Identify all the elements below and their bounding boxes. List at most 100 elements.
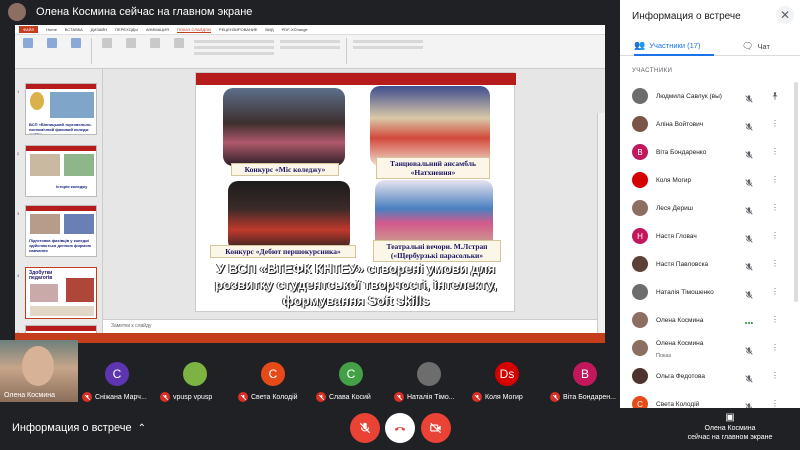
ppt-tab: ПЕРЕХОДЫ	[115, 27, 138, 32]
camera-toggle-button[interactable]	[421, 413, 451, 443]
participant-tile[interactable]: B Віта Бондарен...	[546, 340, 624, 402]
participant-tile-name: vpusp vpusp	[173, 393, 213, 401]
participant-tile[interactable]: Наталія Тімо...	[390, 340, 468, 402]
thumb-number: 2	[17, 151, 20, 156]
more-options-icon[interactable]: ⋮	[770, 343, 780, 353]
more-options-icon[interactable]: ⋮	[770, 147, 780, 157]
mic-muted-icon[interactable]	[744, 175, 754, 187]
ppt-tab: ПОКАЗ СЛАЙДОВ	[177, 26, 211, 33]
participant-row[interactable]: Леся Дериш ⋮	[620, 194, 800, 222]
participant-row[interactable]: Настя Павловска ⋮	[620, 250, 800, 278]
thumb-text: Історія коледжу	[56, 184, 88, 189]
mic-muted-icon[interactable]	[744, 399, 754, 408]
participant-tile[interactable]: Ds Коля Могир	[468, 340, 546, 402]
slide-thumbnails: 1 ВСП «Вінницький торговельно-економічни…	[15, 69, 103, 336]
panel-title: Информация о встрече	[632, 11, 741, 22]
close-icon: ✕	[779, 8, 791, 22]
tab-chat-label: Чат	[757, 41, 770, 51]
participant-name: Віта Бондаренко	[656, 148, 707, 156]
participant-row[interactable]: Людмила Савлук (вы)	[620, 82, 800, 110]
tab-participants-label: Участники (17)	[649, 40, 701, 50]
ppt-ribbon-options	[194, 38, 274, 65]
presenting-indicator[interactable]: ▣ Олена Космина сейчас на главном экране	[680, 412, 780, 442]
participant-tile[interactable]: C Слава Косий	[312, 340, 390, 402]
participant-row[interactable]: H Настя Гловач ⋮	[620, 222, 800, 250]
participant-row[interactable]: Олена Космина Показ ⋮	[620, 334, 800, 362]
more-options-icon[interactable]: ⋮	[770, 315, 780, 325]
participant-name: Настя Гловач	[656, 232, 697, 240]
microphone-toggle-button[interactable]	[350, 413, 380, 443]
participant-row[interactable]: Аліна Войтович ⋮	[620, 110, 800, 138]
more-options-icon[interactable]: ⋮	[770, 371, 780, 381]
mic-muted-icon	[394, 392, 404, 402]
participant-name: Настя Павловска	[656, 260, 709, 268]
participant-tile[interactable]: C Сніжана Марч...	[78, 340, 156, 402]
participant-tile-name: Сніжана Марч...	[95, 393, 147, 401]
mic-muted-icon[interactable]	[744, 147, 754, 159]
participant-row[interactable]: Коля Могир ⋮	[620, 166, 800, 194]
hang-up-button[interactable]	[385, 413, 415, 443]
mic-muted-icon[interactable]	[744, 203, 754, 215]
people-icon: 👥	[634, 39, 646, 50]
participant-tile-label: vpusp vpusp	[160, 392, 212, 402]
speaking-indicator-icon[interactable]	[744, 315, 754, 325]
participant-avatar	[632, 368, 648, 384]
participant-list-scrollbar[interactable]	[794, 82, 798, 302]
ppt-tab: ДИЗАЙН	[90, 27, 108, 32]
participant-tile[interactable]: vpusp vpusp	[156, 340, 234, 402]
participant-row[interactable]: C Света Колодій ⋮	[620, 390, 800, 408]
slide-thumb-4: Здобутки педагогів	[25, 267, 97, 319]
self-video-tile[interactable]: Олена Космина	[0, 340, 78, 402]
mic-muted-icon[interactable]	[744, 119, 754, 131]
thumb-text: Здобутки педагогів	[29, 270, 53, 281]
mic-muted-icon[interactable]	[744, 343, 754, 355]
tab-chat[interactable]: 🗨 Чат	[742, 36, 770, 56]
participant-avatar: H	[632, 228, 648, 244]
chevron-up-icon: ⌃	[137, 422, 146, 434]
ppt-scrollbar	[597, 113, 605, 343]
participant-name: Аліна Войтович	[656, 120, 704, 128]
mic-muted-icon[interactable]	[744, 371, 754, 383]
participant-tile-name: Віта Бондарен...	[563, 393, 617, 401]
participant-row[interactable]: Олена Космина ⋮	[620, 306, 800, 334]
more-options-icon[interactable]: ⋮	[770, 259, 780, 269]
participant-avatar	[632, 200, 648, 216]
mic-muted-icon[interactable]	[744, 91, 754, 103]
photo-debut	[228, 181, 350, 251]
thumb-text: ВСП «Вінницький торговельно-економічний …	[29, 122, 92, 135]
close-panel-button[interactable]: ✕	[776, 6, 794, 24]
more-options-icon[interactable]: ⋮	[770, 175, 780, 185]
more-options-icon[interactable]: ⋮	[770, 231, 780, 241]
ppt-ribbon-button	[43, 38, 61, 58]
tab-participants[interactable]: 👥 Участники (17)	[634, 36, 714, 56]
participant-tile-name: Коля Могир	[485, 393, 523, 401]
ppt-ribbon-options	[280, 38, 340, 65]
participant-tile[interactable]: C Света Колодій	[234, 340, 312, 402]
mic-muted-icon[interactable]	[744, 231, 754, 243]
thumb-number: 3	[17, 211, 20, 216]
participant-row[interactable]: Наталія Тімошенко ⋮	[620, 278, 800, 306]
participant-avatar	[632, 172, 648, 188]
participant-row[interactable]: Ольга Федотова ⋮	[620, 362, 800, 390]
thumb-text: Підготовка фахівців у коледжі здійснюєть…	[29, 238, 92, 253]
more-options-icon[interactable]: ⋮	[770, 399, 780, 408]
participant-name: Олена Космина	[656, 340, 704, 347]
participant-tile-name: Слава Косий	[329, 393, 371, 401]
mic-muted-icon[interactable]	[744, 287, 754, 299]
ppt-ribbon-button	[122, 38, 140, 58]
ppt-tab: Home	[46, 27, 57, 32]
mic-muted-icon	[160, 392, 170, 402]
participant-tile-label: Слава Косий	[316, 392, 371, 402]
participant-avatar	[632, 312, 648, 328]
meeting-info-button[interactable]: Информация о встрече ⌃	[12, 422, 146, 434]
pin-icon[interactable]	[770, 91, 780, 101]
participant-row[interactable]: B Віта Бондаренко ⋮	[620, 138, 800, 166]
more-options-icon[interactable]: ⋮	[770, 287, 780, 297]
more-options-icon[interactable]: ⋮	[770, 119, 780, 129]
current-slide: Конкурс «Міс коледжу» Танцювальний ансам…	[195, 72, 516, 312]
participant-tile-avatar: C	[105, 362, 129, 386]
caption-dance-ensemble: Танцювальний ансамбль «Натхнення»	[376, 157, 490, 179]
mic-muted-icon[interactable]	[744, 259, 754, 271]
more-options-icon[interactable]: ⋮	[770, 203, 780, 213]
participant-name: Ольга Федотова	[656, 372, 706, 380]
